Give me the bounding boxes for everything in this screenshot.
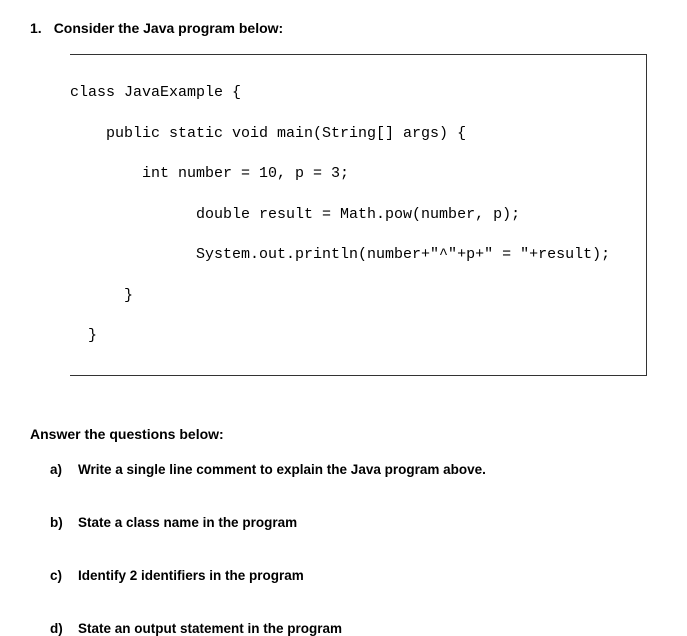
code-line-3: int number = 10, p = 3; (70, 164, 636, 184)
code-line-6: } (70, 286, 636, 306)
sub-letter: d) (50, 621, 68, 636)
sub-letter: c) (50, 568, 68, 583)
code-block: class JavaExample { public static void m… (70, 54, 647, 376)
question-number: 1. (30, 20, 42, 36)
question-header: 1. Consider the Java program below: (30, 20, 657, 36)
sub-letter: a) (50, 462, 68, 477)
sub-text: State a class name in the program (78, 515, 297, 530)
code-line-5: System.out.println(number+"^"+p+" = "+re… (70, 245, 636, 265)
sub-text: Identify 2 identifiers in the program (78, 568, 304, 583)
code-line-4: double result = Math.pow(number, p); (70, 205, 636, 225)
code-line-2: public static void main(String[] args) { (70, 124, 636, 144)
question-title: Consider the Java program below: (54, 20, 284, 36)
sub-question-c: c) Identify 2 identifiers in the program (50, 568, 657, 583)
code-line-1: class JavaExample { (70, 83, 636, 103)
sub-letter: b) (50, 515, 68, 530)
sub-text: Write a single line comment to explain t… (78, 462, 486, 477)
sub-heading: Answer the questions below: (30, 426, 657, 442)
sub-question-a: a) Write a single line comment to explai… (50, 462, 657, 477)
sub-question-d: d) State an output statement in the prog… (50, 621, 657, 636)
code-line-7: } (70, 326, 636, 346)
sub-question-b: b) State a class name in the program (50, 515, 657, 530)
sub-text: State an output statement in the program (78, 621, 342, 636)
